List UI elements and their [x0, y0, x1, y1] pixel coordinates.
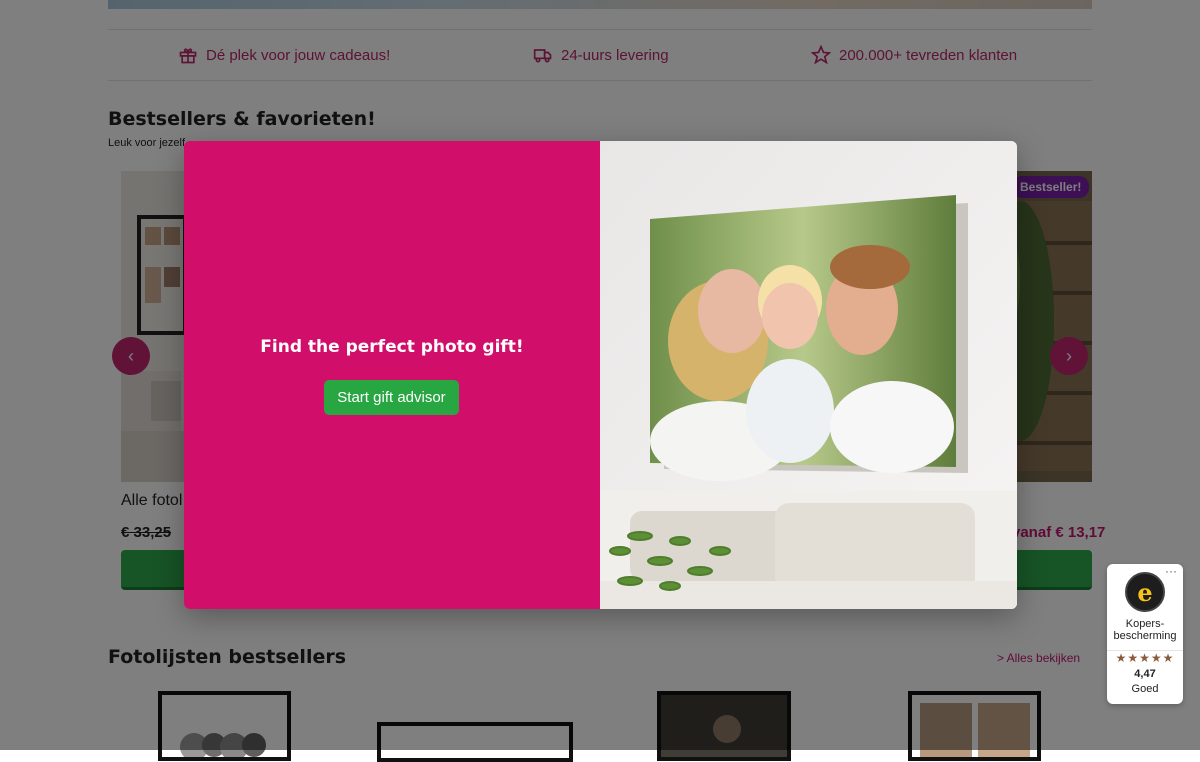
modal-promo-panel: Find the perfect photo gift! Start gift … [184, 141, 600, 609]
rating-label: Goed [1131, 683, 1159, 695]
trusted-shops-seal-icon [1125, 572, 1165, 612]
gift-advisor-modal: Find the perfect photo gift! Start gift … [184, 141, 1017, 609]
buyer-protection-line2: bescherming [1113, 630, 1177, 642]
modal-title: Find the perfect photo gift! [260, 337, 524, 357]
rating-stars-icon: ★★★★★ [1115, 651, 1175, 665]
trusted-shops-badge[interactable]: ··· Kopers- bescherming ★★★★★ 4,47 Goed [1107, 564, 1183, 704]
more-options-icon[interactable]: ··· [1165, 564, 1177, 578]
buyer-protection-label: Kopers- bescherming [1107, 618, 1183, 642]
family-canvas-photo [600, 141, 1017, 609]
rating-score: 4,47 [1134, 668, 1156, 680]
buyer-protection-line1: Kopers- [1125, 618, 1165, 630]
modal-image-panel [600, 141, 1017, 609]
start-gift-advisor-button[interactable]: Start gift advisor [324, 380, 459, 415]
